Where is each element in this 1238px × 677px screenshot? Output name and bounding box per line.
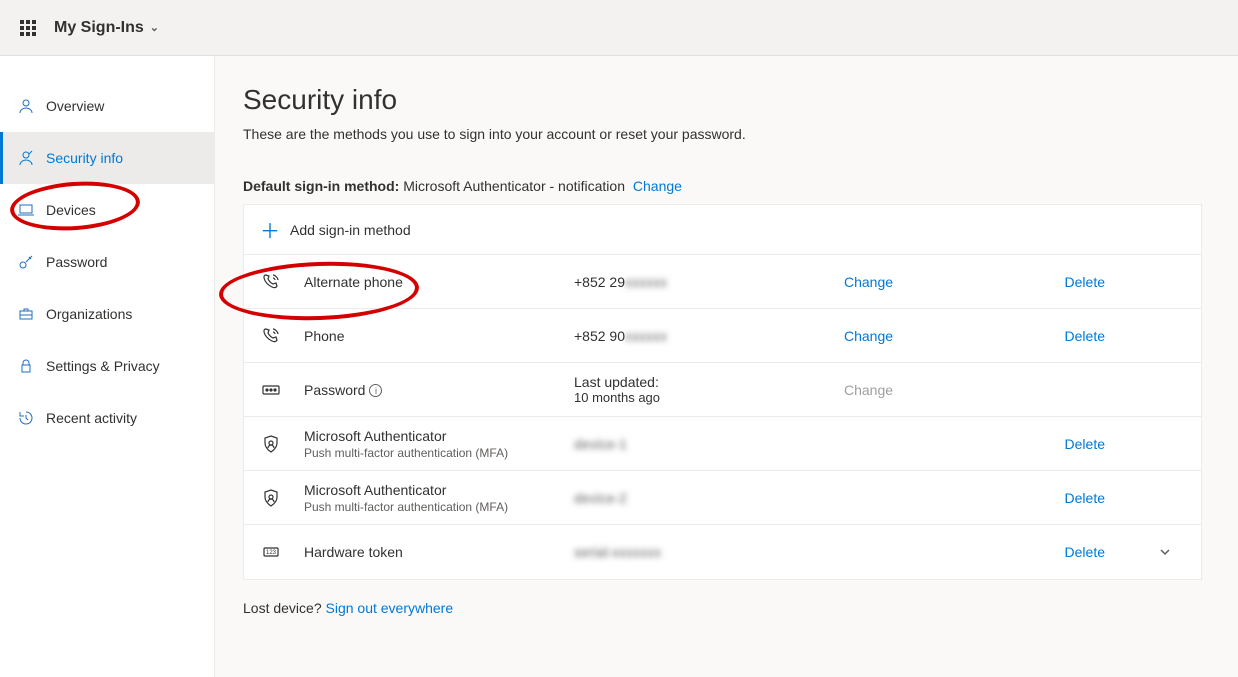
page-title: Security info <box>243 84 1202 116</box>
method-row-alternate-phone: Alternate phone +852 29xxxxxx Change Del… <box>244 255 1201 309</box>
method-name: Hardware token <box>304 544 574 560</box>
main-content: Security info These are the methods you … <box>215 56 1238 677</box>
briefcase-icon <box>18 306 34 322</box>
sidebar: Overview Security info Devices Password … <box>0 56 215 677</box>
sidebar-item-label: Organizations <box>46 306 132 322</box>
password-icon <box>260 379 282 401</box>
method-sub: Push multi-factor authentication (MFA) <box>304 446 574 460</box>
expand-chevron[interactable] <box>1145 545 1185 559</box>
sidebar-item-password[interactable]: Password <box>0 236 214 288</box>
plus-icon: ＋ <box>260 215 280 244</box>
method-row-authenticator: Microsoft Authenticator Push multi-facto… <box>244 471 1201 525</box>
method-sub: Push multi-factor authentication (MFA) <box>304 500 574 514</box>
change-link-disabled: Change <box>844 382 984 398</box>
key-icon <box>18 150 34 166</box>
laptop-icon <box>18 202 34 218</box>
method-row-password: Password i Last updated: 10 months ago Ch… <box>244 363 1201 417</box>
sidebar-item-label: Settings & Privacy <box>46 358 160 374</box>
delete-link[interactable]: Delete <box>984 328 1145 344</box>
method-value-prefix: +852 90 <box>574 328 625 344</box>
sidebar-item-label: Overview <box>46 98 104 114</box>
sidebar-item-label: Devices <box>46 202 96 218</box>
sidebar-item-label: Recent activity <box>46 410 137 426</box>
chevron-down-icon: ⌄ <box>150 21 159 34</box>
history-icon <box>18 410 34 426</box>
person-icon <box>18 98 34 114</box>
add-sign-in-method-button[interactable]: ＋ Add sign-in method <box>244 205 1201 255</box>
lock-icon <box>18 358 34 374</box>
change-link[interactable]: Change <box>844 328 984 344</box>
sign-out-everywhere-link[interactable]: Sign out everywhere <box>326 600 454 616</box>
brand-label: My Sign-Ins <box>54 19 144 37</box>
method-row-hardware-token: 123 Hardware token serial-xxxxxxx Delete <box>244 525 1201 579</box>
change-link[interactable]: Change <box>844 274 984 290</box>
sidebar-item-overview[interactable]: Overview <box>0 80 214 132</box>
lost-device-row: Lost device? Sign out everywhere <box>243 600 1202 616</box>
key-icon <box>18 254 34 270</box>
phone-call-icon <box>260 271 282 293</box>
sidebar-item-security-info[interactable]: Security info <box>0 132 214 184</box>
sidebar-item-devices[interactable]: Devices <box>0 184 214 236</box>
method-value-redacted: xxxxxx <box>625 328 667 344</box>
method-name: Microsoft Authenticator <box>304 482 574 498</box>
delete-link[interactable]: Delete <box>984 274 1145 290</box>
svg-text:123: 123 <box>266 550 277 556</box>
default-method-label: Default sign-in method: <box>243 178 399 194</box>
method-value-line2: 10 months ago <box>574 390 844 405</box>
delete-link[interactable]: Delete <box>984 490 1145 506</box>
method-value-redacted: xxxxxx <box>625 274 667 290</box>
add-method-label: Add sign-in method <box>290 222 411 238</box>
sidebar-item-label: Password <box>46 254 107 270</box>
method-name: Phone <box>304 328 574 344</box>
delete-link[interactable]: Delete <box>984 544 1145 560</box>
default-method-row: Default sign-in method: Microsoft Authen… <box>243 178 1202 194</box>
method-value-line1: Last updated: <box>574 374 844 390</box>
method-name: Microsoft Authenticator <box>304 428 574 444</box>
sidebar-item-label: Security info <box>46 150 123 166</box>
app-header: My Sign-Ins ⌄ <box>0 0 1238 56</box>
method-name: Password <box>304 382 365 398</box>
method-value-redacted: serial-xxxxxxx <box>574 544 661 560</box>
method-value-redacted: device-2 <box>574 490 627 506</box>
app-launcher-icon[interactable] <box>12 12 44 44</box>
sidebar-item-organizations[interactable]: Organizations <box>0 288 214 340</box>
brand-dropdown[interactable]: My Sign-Ins ⌄ <box>54 19 159 37</box>
default-method-value: Microsoft Authenticator - notification <box>403 178 625 194</box>
authenticator-icon <box>260 433 282 455</box>
page-description: These are the methods you use to sign in… <box>243 126 1202 142</box>
authenticator-icon <box>260 487 282 509</box>
change-default-link[interactable]: Change <box>633 178 682 194</box>
methods-card: ＋ Add sign-in method Alternate phone +85… <box>243 204 1202 580</box>
delete-link[interactable]: Delete <box>984 436 1145 452</box>
lost-device-label: Lost device? <box>243 600 322 616</box>
sidebar-item-settings-privacy[interactable]: Settings & Privacy <box>0 340 214 392</box>
phone-call-icon <box>260 325 282 347</box>
info-icon[interactable]: i <box>369 384 382 397</box>
method-value-redacted: device-1 <box>574 436 627 452</box>
token-icon: 123 <box>260 541 282 563</box>
method-value-prefix: +852 29 <box>574 274 625 290</box>
method-name: Alternate phone <box>304 274 574 290</box>
method-row-phone: Phone +852 90xxxxxx Change Delete <box>244 309 1201 363</box>
sidebar-item-recent-activity[interactable]: Recent activity <box>0 392 214 444</box>
method-row-authenticator: Microsoft Authenticator Push multi-facto… <box>244 417 1201 471</box>
